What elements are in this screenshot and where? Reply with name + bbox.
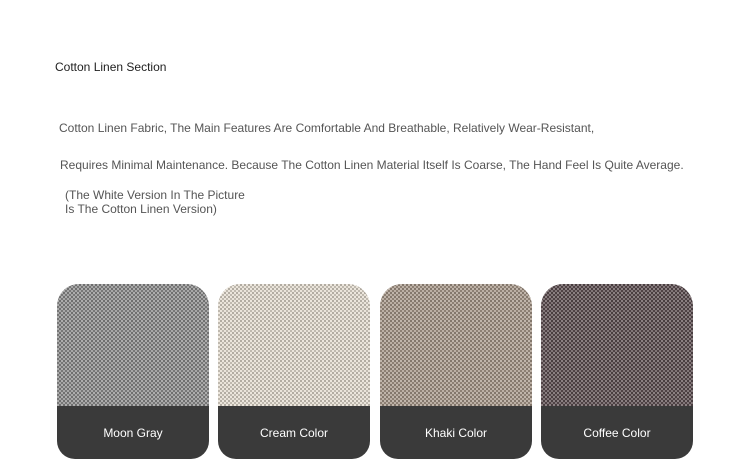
swatch-label-bar: Khaki Color xyxy=(380,406,532,459)
swatch-khaki-color[interactable]: Khaki Color xyxy=(380,284,532,459)
swatch-label: Moon Gray xyxy=(103,425,163,440)
white-version-note: (The White Version In The Picture Is The… xyxy=(65,188,245,216)
fabric-texture-image xyxy=(541,284,693,408)
swatch-label-bar: Moon Gray xyxy=(57,406,209,459)
swatch-label: Coffee Color xyxy=(583,425,651,440)
note-line-2: Is The Cotton Linen Version) xyxy=(65,202,217,216)
swatch-coffee-color[interactable]: Coffee Color xyxy=(541,284,693,459)
section-title: Cotton Linen Section xyxy=(48,50,174,84)
swatch-moon-gray[interactable]: Moon Gray xyxy=(57,284,209,459)
description-line-1: Cotton Linen Fabric, The Main Features A… xyxy=(59,121,595,135)
swatch-cream-color[interactable]: Cream Color xyxy=(218,284,370,459)
swatch-label-bar: Coffee Color xyxy=(541,406,693,459)
swatch-label-bar: Cream Color xyxy=(218,406,370,459)
fabric-texture-image xyxy=(380,284,532,408)
description-line-2: Requires Minimal Maintenance. Because Th… xyxy=(60,158,684,172)
fabric-texture-image xyxy=(218,284,370,408)
note-line-1: (The White Version In The Picture xyxy=(65,188,245,202)
swatch-label: Cream Color xyxy=(259,425,328,440)
swatch-label: Khaki Color xyxy=(424,425,488,440)
fabric-texture-image xyxy=(57,284,209,408)
